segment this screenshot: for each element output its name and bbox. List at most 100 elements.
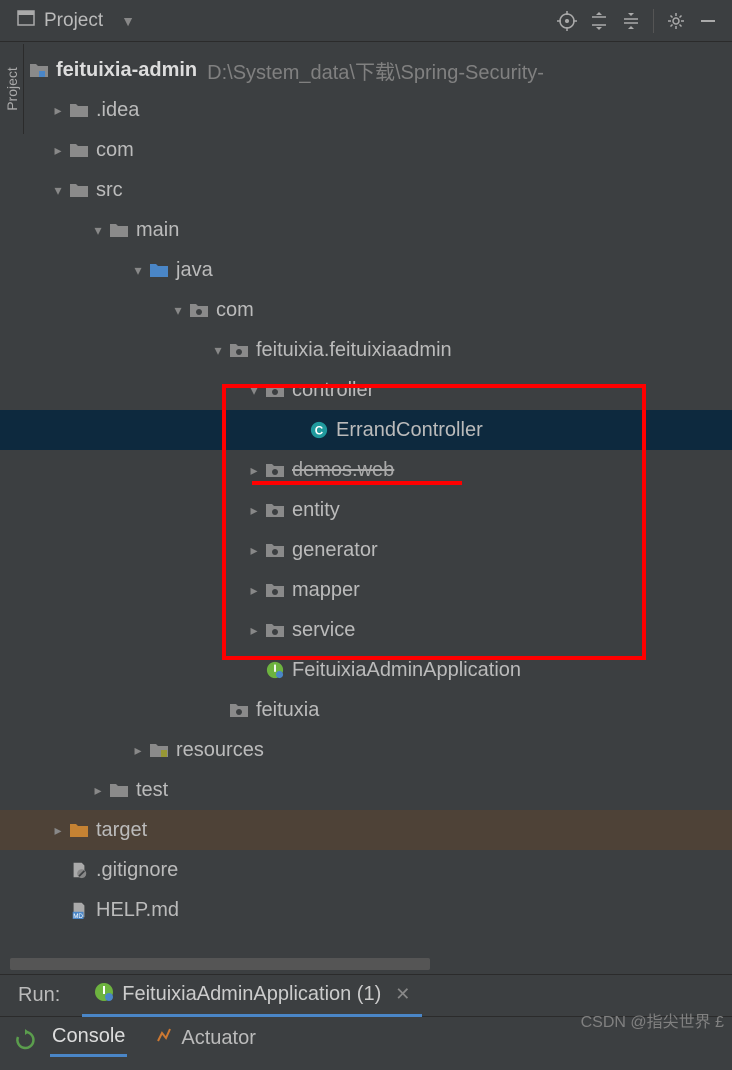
tree-item-feituixia-pkg[interactable]: ▾ feituixia.feituixiaadmin: [0, 330, 732, 370]
chevron-down-icon[interactable]: ▾: [88, 222, 108, 239]
file-icon: [68, 861, 90, 879]
tree-item-feituxia[interactable]: ▸ feituxia: [0, 690, 732, 730]
actuator-tab-label: Actuator: [181, 1027, 255, 1050]
chevron-right-icon[interactable]: ▸: [48, 102, 68, 119]
folder-icon: [108, 781, 130, 799]
project-side-tab[interactable]: Project: [0, 44, 24, 134]
resources-folder-icon: [148, 741, 170, 759]
chevron-right-icon[interactable]: ▸: [244, 462, 264, 479]
horizontal-scrollbar[interactable]: [10, 958, 430, 970]
tree-item-help[interactable]: ▸ MD HELP.md: [0, 890, 732, 930]
chevron-down-icon[interactable]: ▾: [48, 182, 68, 199]
tree-label: .idea: [96, 99, 139, 122]
project-tree: ▾ feituixia-admin D:\System_data\下载\Spri…: [0, 42, 732, 934]
tree-item-service[interactable]: ▸ service: [0, 610, 732, 650]
svg-text:MD: MD: [73, 913, 83, 919]
tree-label: target: [96, 819, 147, 842]
console-tab-label: Console: [52, 1025, 125, 1048]
run-tab[interactable]: FeituixiaAdminApplication (1) ✕: [82, 975, 422, 1017]
actuator-icon: [155, 1026, 173, 1050]
chevron-down-icon[interactable]: ▾: [208, 342, 228, 359]
chevron-right-icon[interactable]: ▸: [128, 742, 148, 759]
locate-icon[interactable]: [551, 5, 583, 37]
tree-item-entity[interactable]: ▸ entity: [0, 490, 732, 530]
tree-label: ErrandController: [336, 419, 483, 442]
hide-icon[interactable]: [692, 5, 724, 37]
tree-item-resources[interactable]: ▸ resources: [0, 730, 732, 770]
tree-item-gitignore[interactable]: ▸ .gitignore: [0, 850, 732, 890]
package-icon: [264, 501, 286, 519]
project-icon: [16, 8, 36, 33]
class-icon: C: [308, 421, 330, 439]
markdown-icon: MD: [68, 901, 90, 919]
tree-item-main[interactable]: ▾ main: [0, 210, 732, 250]
chevron-right-icon[interactable]: ▸: [244, 542, 264, 559]
package-icon: [228, 701, 250, 719]
project-view-selector[interactable]: Project ▼: [8, 4, 143, 37]
run-label: Run:: [8, 984, 70, 1007]
spring-boot-icon: [94, 982, 114, 1007]
tree-label: test: [136, 779, 168, 802]
chevron-down-icon[interactable]: ▾: [168, 302, 188, 319]
tree-item-mapper[interactable]: ▸ mapper: [0, 570, 732, 610]
actuator-tab[interactable]: Actuator: [153, 1020, 257, 1056]
tree-path: D:\System_data\下载\Spring-Security-: [207, 56, 544, 85]
tree-label: resources: [176, 739, 264, 762]
package-icon: [188, 301, 210, 319]
excluded-folder-icon: [68, 821, 90, 839]
module-icon: [28, 61, 50, 79]
project-label: Project: [44, 10, 103, 32]
tree-item-target[interactable]: ▸ target: [0, 810, 732, 850]
tree-item-application[interactable]: ▸ FeituixiaAdminApplication: [0, 650, 732, 690]
rerun-button[interactable]: [14, 1029, 36, 1056]
collapse-all-icon[interactable]: [615, 5, 647, 37]
tree-label: demos.web: [292, 459, 394, 482]
close-icon[interactable]: ✕: [395, 984, 410, 1005]
project-toolbar: Project ▼: [0, 0, 732, 42]
tree-item-generator[interactable]: ▸ generator: [0, 530, 732, 570]
chevron-right-icon[interactable]: ▸: [244, 622, 264, 639]
tree-label: FeituixiaAdminApplication: [292, 659, 521, 682]
tree-item-com-pkg[interactable]: ▾ com: [0, 290, 732, 330]
tree-label: src: [96, 179, 123, 202]
tree-label: com: [96, 139, 134, 162]
gear-icon[interactable]: [660, 5, 692, 37]
tree-item-controller[interactable]: ▾ controller: [0, 370, 732, 410]
tree-label: feituixia-admin: [56, 59, 197, 82]
expand-all-icon[interactable]: [583, 5, 615, 37]
watermark: CSDN @指尖世界 £: [581, 1008, 724, 1032]
tree-label: java: [176, 259, 213, 282]
tree-item-com[interactable]: ▸ com: [0, 130, 732, 170]
package-icon: [264, 541, 286, 559]
tree-item-java[interactable]: ▾ java: [0, 250, 732, 290]
chevron-right-icon[interactable]: ▸: [244, 582, 264, 599]
chevron-down-icon[interactable]: ▾: [128, 262, 148, 279]
tree-item-demos-web[interactable]: ▸ demos.web: [0, 450, 732, 490]
tree-label: mapper: [292, 579, 360, 602]
package-icon: [264, 381, 286, 399]
chevron-right-icon[interactable]: ▸: [88, 782, 108, 799]
tree-item-src[interactable]: ▾ src: [0, 170, 732, 210]
chevron-right-icon[interactable]: ▸: [244, 502, 264, 519]
tree-item-idea[interactable]: ▸ .idea: [0, 90, 732, 130]
side-tab-label: Project: [4, 67, 20, 111]
tree-label: feituixia.feituixiaadmin: [256, 339, 452, 362]
tree-label: HELP.md: [96, 899, 179, 922]
chevron-right-icon[interactable]: ▸: [48, 142, 68, 159]
tree-item-test[interactable]: ▸ test: [0, 770, 732, 810]
tree-item-errand-controller[interactable]: ▸ C ErrandController: [0, 410, 732, 450]
console-tab[interactable]: Console: [50, 1019, 127, 1057]
source-folder-icon: [148, 261, 170, 279]
tree-label: controller: [292, 379, 374, 402]
package-icon: [264, 581, 286, 599]
chevron-right-icon[interactable]: ▸: [48, 822, 68, 839]
tree-label: com: [216, 299, 254, 322]
tree-root[interactable]: ▾ feituixia-admin D:\System_data\下载\Spri…: [0, 50, 732, 90]
package-icon: [228, 341, 250, 359]
chevron-down-icon: ▼: [121, 13, 135, 29]
chevron-down-icon[interactable]: ▾: [244, 382, 264, 399]
folder-icon: [68, 141, 90, 159]
package-icon: [264, 621, 286, 639]
svg-text:C: C: [315, 425, 324, 438]
folder-icon: [68, 181, 90, 199]
